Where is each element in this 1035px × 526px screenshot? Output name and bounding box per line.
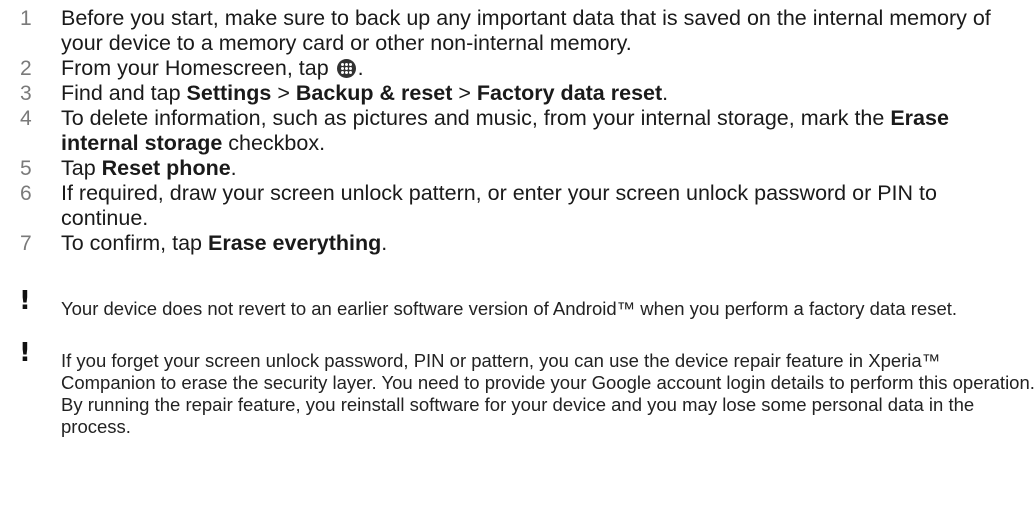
separator: > <box>271 81 296 105</box>
step-text: Find and tap <box>61 81 187 105</box>
backup-reset-label: Backup & reset <box>295 81 453 105</box>
step-text: Before you start, make sure to back up a… <box>61 6 991 55</box>
step-text: To delete information, such as pictures … <box>61 106 891 130</box>
separator: > <box>452 81 477 105</box>
step-number: 7 <box>20 232 32 255</box>
step-text-end: checkbox. <box>222 131 326 155</box>
step-4: 4 To delete information, such as picture… <box>0 106 1030 156</box>
step-number: 1 <box>20 7 32 30</box>
step-number: 3 <box>20 82 32 105</box>
factory-data-reset-label: Factory data reset <box>476 81 663 105</box>
step-text-end: . <box>662 81 669 105</box>
step-7: 7 To confirm, tap Erase everything. <box>0 231 1030 256</box>
step-text: From your Homescreen, tap <box>61 56 335 80</box>
step-5: 5 Tap Reset phone. <box>0 156 1030 181</box>
step-text-end: . <box>230 156 237 180</box>
note-text: If you forget your screen unlock passwor… <box>61 350 1035 437</box>
reset-phone-label: Reset phone <box>101 156 231 180</box>
erase-everything-label: Erase everything <box>207 231 382 255</box>
note-1: ! Your device does not revert to an earl… <box>0 288 1035 320</box>
steps-list: 1 Before you start, make sure to back up… <box>0 6 1030 256</box>
step-text: Tap <box>61 156 102 180</box>
exclamation-icon: ! <box>19 338 31 368</box>
step-2: 2 From your Homescreen, tap . <box>0 56 1030 81</box>
note-text: Your device does not revert to an earlie… <box>61 298 958 319</box>
step-number: 5 <box>20 157 32 180</box>
step-number: 6 <box>20 182 32 205</box>
step-text: If required, draw your screen unlock pat… <box>61 181 937 230</box>
step-1: 1 Before you start, make sure to back up… <box>0 6 1030 56</box>
step-6: 6 If required, draw your screen unlock p… <box>0 181 1030 231</box>
exclamation-icon: ! <box>19 286 31 316</box>
step-text: To confirm, tap <box>61 231 208 255</box>
apps-grid-icon <box>336 59 356 78</box>
step-number: 2 <box>20 57 32 80</box>
step-3: 3 Find and tap Settings > Backup & reset… <box>0 81 1030 106</box>
step-text-end: . <box>357 56 364 80</box>
settings-label: Settings <box>186 81 272 105</box>
note-2: ! If you forget your screen unlock passw… <box>0 340 1035 438</box>
step-text-end: . <box>381 231 388 255</box>
notes-list: ! Your device does not revert to an earl… <box>0 288 1035 438</box>
step-number: 4 <box>20 107 32 130</box>
